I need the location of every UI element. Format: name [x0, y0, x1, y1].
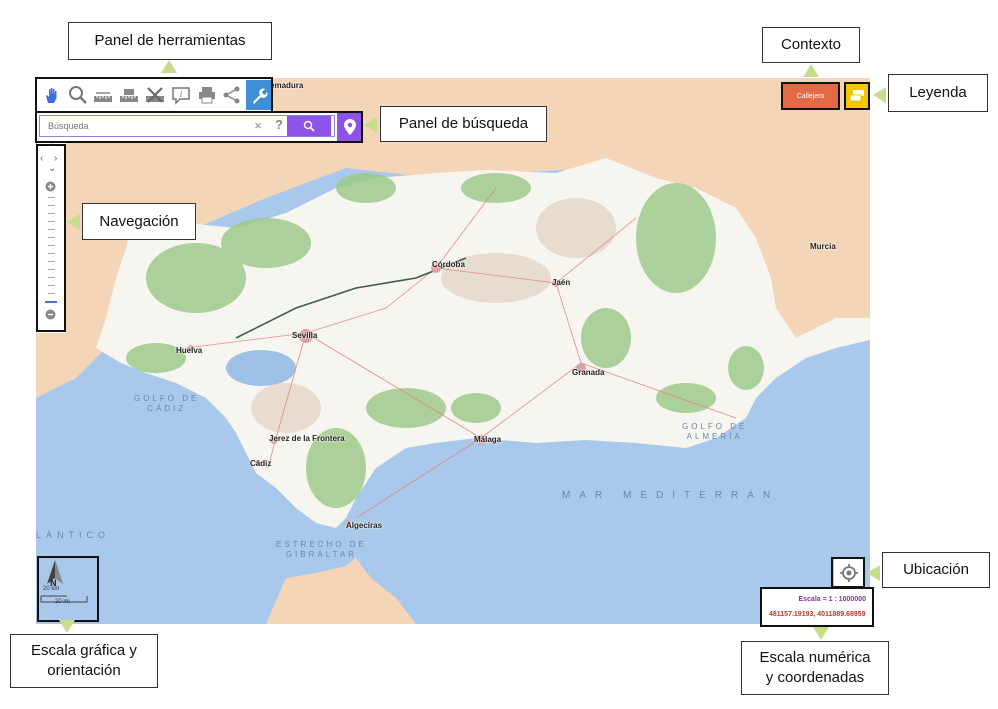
callout-arrow-location — [867, 565, 880, 581]
map-label-cordoba: Córdoba — [432, 260, 465, 269]
callout-arrow-navigation — [67, 214, 80, 230]
coords-highlight-frame — [760, 587, 874, 627]
map-basemap — [36, 78, 870, 624]
callout-numeric-scale: Escala numérica y coordenadas — [741, 641, 889, 695]
callout-arrow-legend — [873, 87, 886, 103]
map-label-mar-mediterraneo: MAR MEDITERRÁN — [562, 490, 780, 501]
map-label-cadiz: Cádiz — [250, 459, 272, 468]
callout-location: Ubicación — [882, 552, 990, 588]
location-highlight-frame — [831, 557, 865, 588]
callout-search-panel: Panel de búsqueda — [380, 106, 547, 142]
map-label-sevilla: Sevilla — [292, 331, 318, 340]
map-label-murcia: Murcia — [810, 242, 836, 251]
map-label-golfo-cadiz: GOLFO DE CÁDIZ — [134, 394, 200, 413]
callout-arrow-toolbar — [161, 60, 177, 73]
map-label-malaga: Málaga — [474, 435, 502, 444]
scale-highlight-frame — [37, 556, 99, 622]
map-canvas[interactable]: Córdoba Jaén Sevilla Huelva Granada Jere… — [36, 78, 870, 624]
callout-context: Contexto — [762, 27, 860, 63]
legend-highlight-frame — [844, 82, 870, 110]
map-label-huelva: Huelva — [176, 346, 203, 355]
navigation-highlight-frame — [36, 144, 66, 332]
map-label-estrecho: ESTRECHO DE GIBRALTAR — [276, 540, 367, 559]
callout-arrow-search — [364, 117, 377, 133]
callout-arrow-scale — [59, 620, 75, 633]
context-highlight-frame — [781, 82, 840, 110]
map-label-atlantico: LÁNTICO — [36, 530, 111, 540]
callout-arrow-context — [803, 64, 819, 77]
callout-toolbar-panel: Panel de herramientas — [68, 22, 272, 60]
search-highlight-frame — [35, 111, 363, 143]
screenshot-stage: Córdoba Jaén Sevilla Huelva Granada Jere… — [0, 0, 998, 709]
map-label-golfo-almeria: GOLFO DE ALMERÍA — [682, 422, 748, 441]
map-label-jaen: Jaén — [552, 278, 571, 287]
toolbar-highlight-frame — [35, 77, 273, 113]
map-label-algeciras: Algeciras — [346, 521, 383, 530]
callout-scale-orientation: Escala gráfica y orientación — [10, 634, 158, 688]
map-label-granada: Granada — [572, 368, 605, 377]
map-label-extremadura: emadura — [270, 81, 304, 90]
callout-arrow-coords — [813, 627, 829, 640]
callout-navigation: Navegación — [82, 203, 196, 240]
callout-legend: Leyenda — [888, 74, 988, 112]
map-label-jerez: Jerez de la Frontera — [269, 434, 345, 443]
